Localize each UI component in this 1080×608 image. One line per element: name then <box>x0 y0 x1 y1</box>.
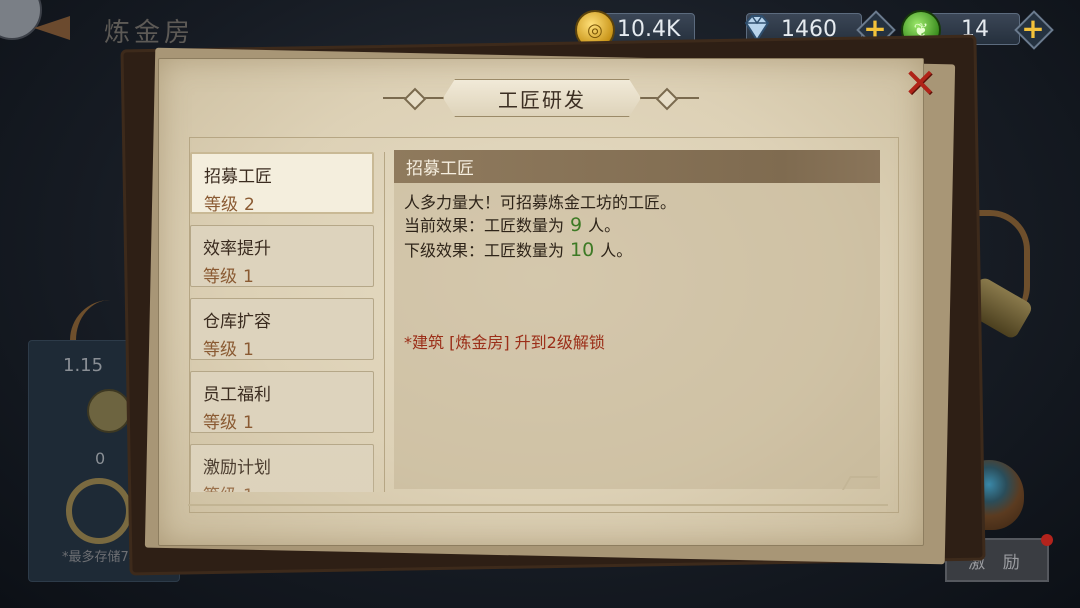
dialog-title: 工匠研发 <box>443 79 641 117</box>
list-item-name: 招募工匠 <box>204 167 272 187</box>
list-item-warehouse[interactable]: 仓库扩容 等级 1 <box>190 298 374 360</box>
building-title: 炼金房 <box>104 18 195 48</box>
detail-description: 人多力量大！可招募炼金工坊的工匠。 <box>404 193 677 212</box>
list-item-name: 激励计划 <box>203 458 271 478</box>
list-item-welfare[interactable]: 员工福利 等级 1 <box>190 371 374 433</box>
notification-dot <box>1041 534 1053 546</box>
list-item-level: 等级1 <box>203 267 254 287</box>
divider <box>384 152 385 492</box>
unlock-requirement: *建筑 [炼金房] 升到2级解锁 <box>404 333 605 352</box>
detail-header: 招募工匠 <box>394 150 880 183</box>
coin-icon <box>87 389 131 433</box>
list-item-name: 员工福利 <box>203 385 271 405</box>
list-item-level: 等级1 <box>203 481 254 492</box>
storage-amount: 1.15 <box>63 355 104 376</box>
current-effect-value: 9 <box>570 214 583 236</box>
list-item-efficiency[interactable]: 效率提升 等级 1 <box>190 225 374 287</box>
dialog-title-banner: 工匠研发 <box>383 79 699 117</box>
list-item-recruit-artisans[interactable]: 招募工匠 等级 2 <box>190 152 374 215</box>
ornament-diamond-icon <box>655 87 679 111</box>
current-effect: 当前效果：工匠数量为 9 人。 <box>404 214 621 236</box>
close-icon: ✕ <box>903 61 937 107</box>
ornament-diamond-icon <box>403 87 427 111</box>
close-button[interactable]: ✕ <box>898 62 942 106</box>
list-item-name: 效率提升 <box>203 239 271 259</box>
list-item-level: 等级1 <box>203 340 254 360</box>
add-stamina-button[interactable]: + <box>1016 12 1050 46</box>
list-item-level: 等级 2 <box>204 195 255 215</box>
next-effect: 下级效果：工匠数量为 10 人。 <box>404 239 633 261</box>
coin-value: 10.4K <box>617 16 681 42</box>
ring-decoration <box>66 478 132 544</box>
dialog-bottom-line <box>188 504 888 506</box>
storage-count: 0 <box>95 449 106 468</box>
list-item-incentive[interactable]: 激励计划 等级1 <box>190 444 374 492</box>
next-effect-value: 10 <box>570 239 595 261</box>
list-item-level: 等级1 <box>203 413 254 433</box>
list-item-name: 仓库扩容 <box>203 312 271 332</box>
research-list[interactable]: 招募工匠 等级 2 效率提升 等级 1 仓库扩容 等级 1 员工福利 等级 1 激励计划… <box>190 152 380 492</box>
plus-icon: + <box>1021 12 1045 45</box>
back-arrow-icon[interactable] <box>34 16 70 40</box>
